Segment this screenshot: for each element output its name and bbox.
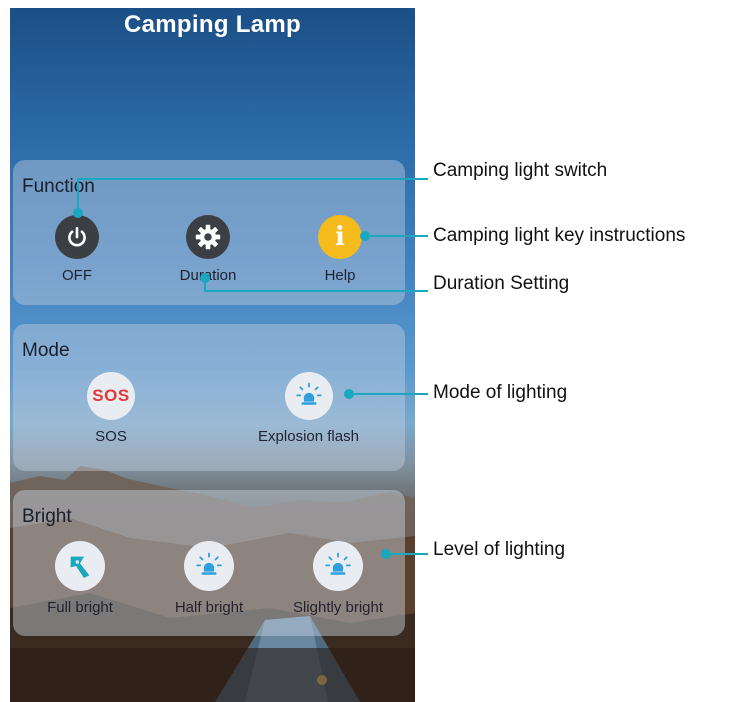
callout-duration-setting: Duration Setting (433, 273, 570, 294)
callout-connectors (73, 178, 428, 559)
callout-dot-mode (344, 389, 354, 399)
callout-dot-level (381, 549, 391, 559)
callout-camping-light-switch: Camping light switch (433, 160, 608, 181)
callout-dot-key-instructions (360, 231, 370, 241)
callout-line-switch (77, 178, 428, 213)
callout-key-instructions: Camping light key instructions (433, 225, 686, 246)
callout-mode-of-lighting: Mode of lighting (433, 382, 568, 403)
callout-dot-switch (73, 208, 83, 218)
callout-dot-duration (200, 273, 210, 283)
callout-level-of-lighting: Level of lighting (433, 539, 566, 560)
callout-line-duration (204, 278, 428, 292)
